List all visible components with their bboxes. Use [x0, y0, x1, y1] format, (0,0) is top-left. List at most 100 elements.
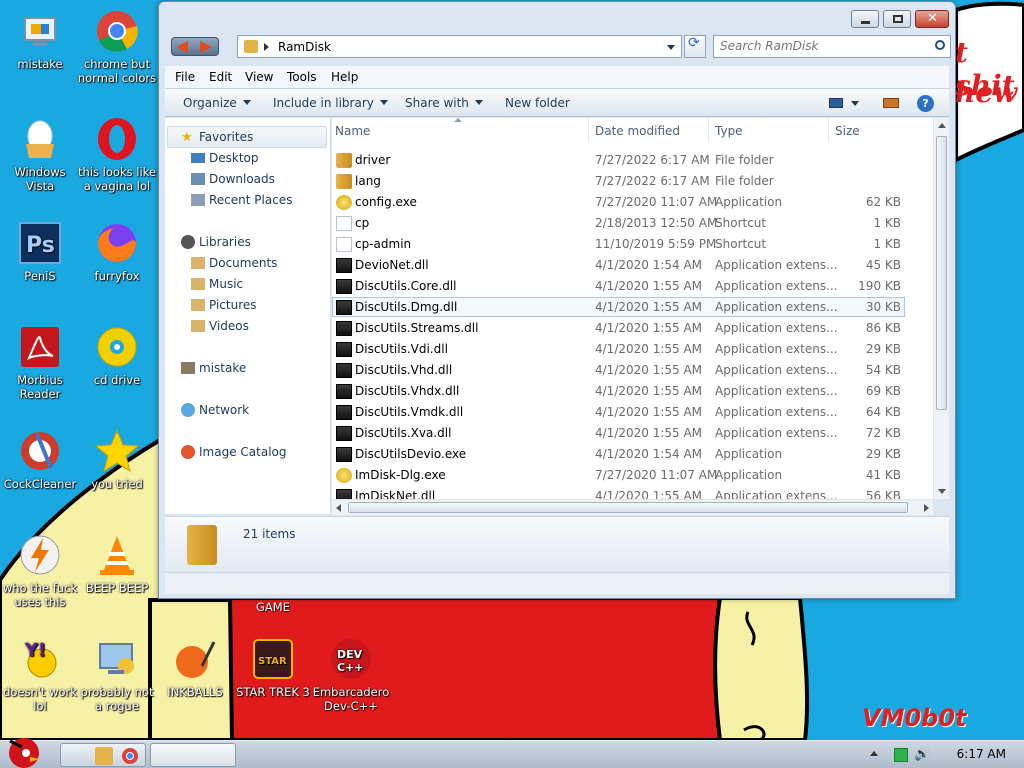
desktop-icon-mistake[interactable]: mistake: [0, 8, 80, 71]
close-button[interactable]: ✕: [915, 10, 949, 28]
nav-network[interactable]: Network: [181, 403, 249, 417]
nav-downloads[interactable]: Downloads: [191, 172, 275, 186]
search-box[interactable]: [713, 35, 951, 58]
desktop-icon-control-panel[interactable]: probably not a rogue: [77, 636, 157, 713]
refresh-button[interactable]: ⟳: [684, 35, 706, 58]
nav-music[interactable]: Music: [191, 277, 243, 291]
file-row[interactable]: cp-admin 11/10/2019 5:59 PM Shortcut 1 KB: [332, 234, 922, 255]
address-dropdown-icon[interactable]: [667, 45, 675, 50]
file-row[interactable]: DiscUtils.Vhdx.dll 4/1/2020 1:55 AM Applic…: [332, 381, 922, 402]
scroll-up-icon[interactable]: [938, 123, 946, 128]
column-header-type[interactable]: Type: [715, 124, 743, 138]
scroll-left-icon[interactable]: [336, 504, 341, 512]
back-forward-buttons[interactable]: [171, 37, 219, 56]
file-size: 69 KB: [865, 384, 901, 398]
file-row[interactable]: DiscUtils.Xva.dll 4/1/2020 1:55 AM Applica…: [332, 423, 922, 444]
nav-videos[interactable]: Videos: [191, 319, 249, 333]
window-caption[interactable]: ✕: [159, 2, 955, 34]
vertical-scrollbar[interactable]: [933, 118, 949, 499]
nav-libraries[interactable]: Libraries: [181, 235, 251, 249]
minimize-button[interactable]: [851, 10, 879, 28]
taskbar-chrome-button[interactable]: [122, 743, 236, 767]
include-in-library-button[interactable]: Include in library: [273, 96, 388, 110]
file-row[interactable]: DiscUtils.Vdi.dll 4/1/2020 1:55 AM Applica…: [332, 339, 922, 360]
column-divider[interactable]: [708, 118, 709, 142]
preview-pane-icon[interactable]: [883, 98, 899, 108]
menu-help[interactable]: Help: [331, 70, 358, 84]
horizontal-scrollbar[interactable]: [332, 499, 933, 515]
file-row[interactable]: lang 7/27/2022 6:17 AM File folder: [332, 171, 922, 192]
command-bar: Organize Include in library Share with N…: [165, 88, 949, 117]
menu-view[interactable]: View: [245, 70, 273, 84]
column-divider[interactable]: [828, 118, 829, 142]
file-row[interactable]: ImDiskNet.dll 4/1/2020 1:55 AM Application…: [332, 486, 922, 499]
nav-pictures[interactable]: Pictures: [191, 298, 257, 312]
forward-arrow-icon[interactable]: [200, 41, 212, 53]
desktop-icon-devcpp[interactable]: DEV C++ Embarcadero Dev-C++: [311, 636, 391, 713]
file-row[interactable]: DiscUtils.Streams.dll 4/1/2020 1:55 AM App…: [332, 318, 922, 339]
desktop-icon-opera[interactable]: this looks like a vagina lol: [77, 116, 157, 193]
explorer-window[interactable]: ✕ RamDisk ⟳ File Edit View Tools Help Or…: [158, 1, 956, 599]
file-list[interactable]: Name Date modified Type Size driver 7/27/…: [332, 118, 949, 499]
search-icon[interactable]: [935, 40, 945, 50]
desktop-icon-beep-beep[interactable]: BEEP BEEP: [77, 532, 157, 595]
show-hidden-icons[interactable]: [870, 751, 878, 756]
desktop-icon-you-tried[interactable]: you tried: [77, 428, 157, 491]
star-wars-icon: STAR: [250, 636, 296, 682]
desktop-icon-cd-drive[interactable]: cd drive: [77, 324, 157, 387]
file-row[interactable]: driver 7/27/2022 6:17 AM File folder: [332, 150, 922, 171]
nav-recent-places[interactable]: Recent Places: [191, 193, 292, 207]
scroll-down-icon[interactable]: [938, 489, 946, 494]
horizontal-scroll-thumb[interactable]: [348, 502, 908, 513]
file-row[interactable]: DiscUtilsDevio.exe 4/1/2020 1:54 AM Applic…: [332, 444, 922, 465]
share-with-button[interactable]: Share with: [405, 96, 483, 110]
desktop-icon-morbius-reader[interactable]: Morbius Reader: [0, 324, 80, 401]
maximize-button[interactable]: [883, 10, 911, 28]
file-row[interactable]: cp 2/18/2013 12:50 AM Shortcut 1 KB: [332, 213, 922, 234]
help-icon[interactable]: ?: [917, 95, 934, 112]
view-dropdown-icon[interactable]: [851, 101, 859, 106]
file-row[interactable]: DiscUtils.Core.dll 4/1/2020 1:55 AM Applic…: [332, 276, 922, 297]
menu-edit[interactable]: Edit: [209, 70, 232, 84]
network-status-icon[interactable]: [894, 748, 908, 762]
back-arrow-icon[interactable]: [176, 41, 188, 53]
search-input[interactable]: [720, 39, 920, 53]
file-row[interactable]: DiscUtils.Vmdk.dll 4/1/2020 1:55 AM Applic…: [332, 402, 922, 423]
desktop-icon-windows-vista[interactable]: Windows Vista: [0, 116, 80, 193]
file-row[interactable]: DiscUtils.Vhd.dll 4/1/2020 1:55 AM Applica…: [332, 360, 922, 381]
desktop-icon-photoshop[interactable]: Ps PeniS: [0, 220, 80, 283]
view-options-icon[interactable]: [829, 98, 843, 108]
desktop-icon-winamp[interactable]: who the fuck uses this: [0, 532, 80, 609]
file-row[interactable]: DevioNet.dll 4/1/2020 1:54 AM Application …: [332, 255, 922, 276]
nav-favorites[interactable]: ★ Favorites: [181, 130, 253, 145]
address-path[interactable]: RamDisk: [278, 40, 331, 54]
column-header-date[interactable]: Date modified: [595, 124, 680, 138]
column-divider[interactable]: [588, 118, 589, 142]
breadcrumb-separator-icon[interactable]: [264, 43, 269, 51]
nav-image-catalog[interactable]: Image Catalog: [181, 445, 286, 459]
volume-icon[interactable]: 🔊: [914, 748, 930, 762]
address-bar[interactable]: RamDisk: [237, 35, 682, 58]
desktop-icon-star-trek-3[interactable]: STAR STAR TREK 3: [233, 636, 313, 699]
desktop-icon-chrome[interactable]: chrome but normal colors: [77, 8, 157, 85]
menu-file[interactable]: File: [175, 70, 195, 84]
nav-desktop[interactable]: Desktop: [191, 151, 259, 165]
organize-button[interactable]: Organize: [183, 96, 251, 110]
desktop-icon-cockcleaner[interactable]: CockCleaner: [0, 428, 80, 491]
desktop-icon-firefox[interactable]: furryfox: [77, 220, 157, 283]
file-row[interactable]: ImDisk-Dlg.exe 7/27/2020 11:07 AM Applicat…: [332, 465, 922, 486]
vertical-scroll-thumb[interactable]: [936, 136, 947, 410]
column-header-size[interactable]: Size: [835, 124, 860, 138]
menu-tools[interactable]: Tools: [287, 70, 317, 84]
nav-documents[interactable]: Documents: [191, 256, 277, 270]
clock[interactable]: 6:17 AM: [957, 747, 1006, 761]
desktop-icon-yahoo[interactable]: Y! doesn't work lol: [0, 636, 80, 713]
file-row[interactable]: config.exe 7/27/2020 11:07 AM Application 6…: [332, 192, 922, 213]
scroll-right-icon[interactable]: [924, 504, 929, 512]
start-button[interactable]: [2, 731, 46, 768]
nav-mistake[interactable]: mistake: [181, 361, 246, 375]
column-header-name[interactable]: Name: [335, 124, 370, 138]
desktop-icon-inkballs[interactable]: INKBALLS: [155, 636, 235, 699]
new-folder-button[interactable]: New folder: [505, 96, 570, 110]
file-row[interactable]: DiscUtils.Dmg.dll 4/1/2020 1:55 AM Applica…: [332, 297, 922, 318]
